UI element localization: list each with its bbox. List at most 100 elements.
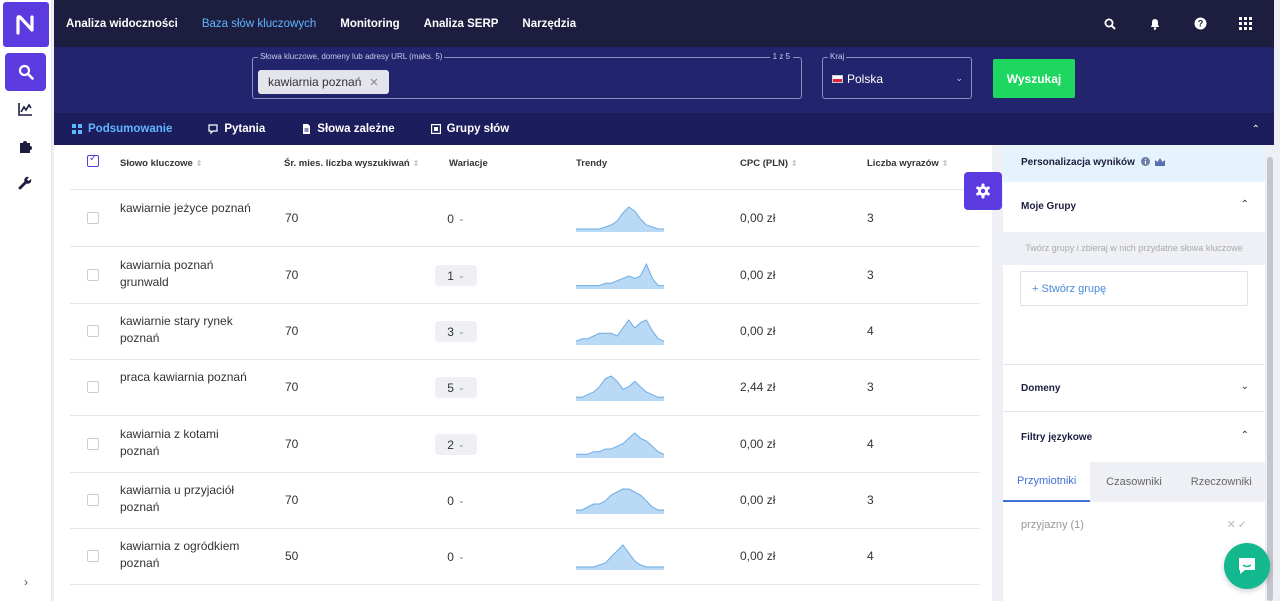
variations-dropdown[interactable]: 0 ⌄ [435, 490, 477, 511]
variations-dropdown[interactable]: 3 ⌄ [435, 321, 477, 342]
search-button[interactable]: Wyszukaj [993, 59, 1075, 98]
nav-item-tools[interactable]: Narzędzia [522, 18, 576, 30]
keyword-chip[interactable]: kawiarnia poznań ✕ [258, 70, 389, 94]
help-icon[interactable]: ? [1191, 15, 1209, 33]
table-row: kawiarnia z ogródkiem poznań 50 0 ⌄ 0,00 … [70, 528, 980, 585]
chevron-down-icon: ⌄ [457, 327, 465, 336]
scrollbar-thumb[interactable] [1267, 157, 1273, 601]
variations-dropdown[interactable]: 1 ⌄ [435, 265, 477, 286]
tab-summary[interactable]: Podsumowanie [72, 123, 172, 135]
top-navbar: Analiza widoczności Baza słów kluczowych… [54, 0, 1274, 47]
column-header-keyword[interactable]: Słowo kluczowe ⇕ [120, 158, 203, 169]
row-checkbox[interactable] [87, 550, 99, 562]
bell-icon[interactable] [1146, 15, 1164, 33]
trend-sparkline [576, 262, 664, 289]
word-count-cell: 3 [867, 380, 874, 394]
nav-item-serp[interactable]: Analiza SERP [424, 18, 499, 30]
sidebar-item-analytics[interactable] [5, 90, 46, 128]
word-count-cell: 4 [867, 549, 874, 563]
sidebar-expand-button[interactable]: › [0, 575, 52, 589]
chart-icon [18, 103, 32, 116]
row-checkbox[interactable] [87, 494, 99, 506]
tab-word-groups[interactable]: Grupy słów [430, 123, 509, 135]
search-icon[interactable] [1101, 15, 1119, 33]
page-scrollbar[interactable] [1266, 145, 1274, 601]
nav-item-keyword-database[interactable]: Baza słów kluczowych [202, 18, 316, 30]
trend-sparkline [576, 488, 664, 514]
keyword-chip-label: kawiarnia poznań [268, 75, 362, 89]
row-checkbox[interactable] [87, 212, 99, 224]
keywords-input[interactable]: Słowa kluczowe, domeny lub adresy URL (m… [252, 52, 802, 99]
close-icon[interactable]: ✕ [369, 76, 378, 89]
word-count-cell: 4 [867, 324, 874, 338]
table-row: kawiarnie stary rynek poznań 70 3 ⌄ 0,00 … [70, 303, 980, 360]
tab-nouns[interactable]: Rzeczowniki [1178, 462, 1265, 502]
column-header-word-count[interactable]: Liczba wyrazów ⇕ [867, 158, 949, 169]
trend-sparkline [576, 432, 664, 458]
tab-related-words[interactable]: Słowa zależne [301, 123, 395, 135]
column-header-cpc[interactable]: CPC (PLN) ⇕ [740, 158, 798, 169]
crown-icon [1154, 158, 1165, 166]
keyword-cell[interactable]: kawiarnia u przyjaciół poznań [120, 482, 260, 516]
chevron-up-icon[interactable]: ⌃ [1252, 124, 1260, 135]
tab-summary-label: Podsumowanie [88, 123, 173, 135]
chat-widget-button[interactable] [1224, 543, 1270, 589]
volume-cell: 70 [285, 211, 299, 225]
variations-dropdown[interactable]: 2 ⌄ [435, 434, 477, 455]
tab-verbs[interactable]: Czasowniki [1090, 462, 1177, 502]
settings-toggle-button[interactable] [964, 172, 1002, 210]
filter-item-actions[interactable]: ✕✓ [1227, 518, 1249, 531]
row-checkbox[interactable] [87, 438, 99, 450]
sidebar-item-tools[interactable] [5, 164, 46, 202]
keywords-input-label: Słowa kluczowe, domeny lub adresy URL (m… [258, 52, 445, 61]
keyword-cell[interactable]: kawiarnia poznań grunwald [120, 257, 260, 291]
tab-related-words-label: Słowa zależne [317, 123, 395, 135]
keyword-cell[interactable]: kawiarnie stary rynek poznań [120, 313, 260, 347]
left-sidebar: › [0, 0, 52, 601]
select-all-checkbox[interactable] [87, 153, 99, 167]
create-group-button[interactable]: + Stwórz grupę [1020, 271, 1248, 306]
nav-item-visibility[interactable]: Analiza widoczności [66, 18, 178, 30]
personalization-panel: Personalizacja wyników Moje Grupy ⌃ Twór… [1003, 145, 1265, 601]
tab-adjectives[interactable]: Przymiotniki [1003, 462, 1091, 502]
sidebar-item-keyword-search[interactable] [5, 53, 46, 91]
chevron-down-icon[interactable]: ⌄ [1241, 381, 1249, 392]
keyword-cell[interactable]: kawiarnia z ogródkiem poznań [120, 538, 260, 572]
column-header-volume[interactable]: Śr. mies. liczba wyszukiwań ⇕ [284, 158, 419, 169]
keyword-cell[interactable]: praca kawiarnia poznań [120, 369, 260, 386]
trend-sparkline [576, 319, 664, 345]
trend-sparkline [576, 206, 664, 232]
volume-cell: 70 [285, 437, 299, 451]
row-checkbox[interactable] [87, 269, 99, 281]
table-header: Słowo kluczowe⇕ Śr. mies. liczba wyszuki… [70, 145, 980, 190]
table-row: praca kawiarnia poznań 70 5 ⌄ 2,44 zł 3 [70, 359, 980, 416]
language-filter-item[interactable]: przyjazny (1) [1021, 519, 1084, 531]
personalization-title-label: Personalizacja wyników [1021, 157, 1135, 168]
cpc-cell: 0,00 zł [740, 549, 776, 563]
apps-grid-icon[interactable] [1236, 15, 1254, 33]
row-checkbox[interactable] [87, 325, 99, 337]
sidebar-item-integrations[interactable] [5, 127, 46, 165]
cpc-cell: 0,00 zł [740, 211, 776, 225]
info-icon[interactable] [1140, 157, 1150, 166]
variations-dropdown[interactable]: 0 ⌄ [435, 546, 477, 567]
result-tabs-bar: Podsumowanie Pytania Słowa zależne Grupy… [54, 113, 1274, 145]
trend-area [576, 207, 664, 232]
app-logo[interactable] [3, 2, 49, 47]
chevron-down-icon: ⌄ [955, 73, 963, 83]
variations-dropdown[interactable]: 5 ⌄ [435, 377, 477, 398]
variations-dropdown[interactable]: 0 ⌄ [435, 208, 477, 229]
keyword-cell[interactable]: kawiarnia z kotami poznań [120, 426, 260, 460]
nav-item-monitoring[interactable]: Monitoring [340, 18, 399, 30]
row-checkbox[interactable] [87, 381, 99, 393]
chevron-down-icon: ⌄ [457, 214, 465, 223]
keyword-cell[interactable]: kawiarnie jeżyce poznań [120, 200, 260, 217]
chevron-down-icon: ⌄ [457, 496, 465, 505]
word-count-cell: 3 [867, 268, 874, 282]
table-row: kawiarnia u przyjaciół poznań 70 0 ⌄ 0,00… [70, 472, 980, 529]
chevron-up-icon[interactable]: ⌃ [1241, 430, 1249, 441]
sort-icon: ⇕ [412, 159, 420, 168]
tab-questions[interactable]: Pytania [208, 123, 265, 135]
chevron-up-icon[interactable]: ⌃ [1241, 199, 1249, 210]
country-select[interactable]: Kraj Polska ⌄ [822, 52, 972, 99]
